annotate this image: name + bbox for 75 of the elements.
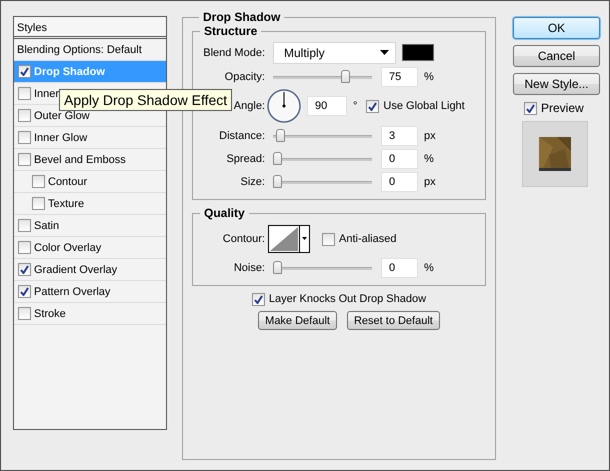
color-swatch[interactable] [402, 44, 434, 61]
list-item[interactable]: Outer Glow [34, 110, 90, 122]
input-field[interactable]: 3 [381, 126, 418, 146]
slider-thumb[interactable] [273, 260, 282, 274]
checkbox[interactable] [322, 232, 335, 246]
list-item[interactable]: Pattern Overlay [34, 286, 110, 298]
checkbox[interactable] [18, 241, 31, 254]
slider-thumb[interactable] [340, 70, 350, 82]
checkbox[interactable] [18, 285, 31, 298]
checkbox-label[interactable]: Use Global Light [383, 100, 465, 112]
input-field[interactable]: 75 [381, 66, 418, 86]
dialog-button[interactable]: Cancel [513, 45, 600, 67]
slider-thumb[interactable] [273, 152, 282, 164]
angle-dial[interactable] [267, 89, 301, 123]
slider-thumb[interactable] [276, 128, 285, 142]
checkmark-icon [20, 265, 29, 274]
field-label: Opacity: [224, 70, 266, 82]
list-item[interactable]: Contour [48, 176, 88, 188]
checkbox[interactable] [32, 197, 45, 210]
list-item[interactable]: Inner Glow [34, 132, 88, 144]
checkbox-label[interactable]: Anti-aliased [339, 233, 396, 245]
checkmark-icon [368, 102, 378, 110]
input-field[interactable]: 0 [381, 258, 418, 278]
field-label: Blend Mode: [202, 46, 266, 58]
caret-icon [380, 50, 389, 55]
list-item[interactable]: Satin [34, 220, 60, 232]
checkbox-label[interactable]: Preview [541, 101, 584, 115]
checkmark-icon [20, 67, 29, 76]
checkbox[interactable] [18, 153, 31, 166]
list-item[interactable]: Texture [48, 198, 84, 210]
input-field[interactable]: 90 [307, 96, 347, 116]
checkmark-icon [526, 104, 535, 112]
list-item[interactable]: Gradient Overlay [34, 264, 118, 276]
field-label: Size: [240, 176, 266, 188]
field-label: Contour: [222, 233, 266, 245]
tooltip: Apply Drop Shadow Effect [59, 89, 232, 111]
dialog-button[interactable]: Make Default [258, 311, 337, 330]
slider-thumb[interactable] [273, 174, 282, 188]
list-item[interactable]: Color Overlay [34, 242, 102, 254]
section-title: Drop Shadow [202, 10, 282, 24]
dialog-button[interactable]: Reset to Default [346, 311, 440, 330]
checkbox[interactable] [18, 307, 31, 320]
input-field[interactable]: 0 [381, 148, 418, 168]
checkbox[interactable] [18, 219, 31, 232]
field-label: Distance: [218, 130, 266, 142]
input-field[interactable]: 0 [381, 172, 418, 192]
dialog-button[interactable]: OK [513, 17, 600, 39]
checkbox[interactable] [18, 87, 31, 100]
unit-label: ° [353, 100, 358, 112]
list-item[interactable]: Inner [34, 88, 60, 100]
unit-label: px [424, 176, 436, 188]
checkbox[interactable] [18, 65, 31, 78]
field-label: Spread: [225, 152, 266, 164]
checkbox[interactable] [252, 292, 265, 306]
blend-mode-dropdown[interactable]: Multiply [273, 42, 396, 64]
unit-label: % [424, 152, 434, 164]
checkbox[interactable] [366, 100, 380, 112]
contour-picker[interactable] [268, 225, 310, 253]
checkbox[interactable] [524, 102, 537, 114]
unit-label: % [424, 262, 434, 274]
checkbox-label[interactable]: Layer Knocks Out Drop Shadow [268, 293, 426, 305]
field-label: Noise: [232, 262, 266, 274]
checkbox[interactable] [18, 263, 31, 276]
unit-label: % [424, 70, 434, 82]
checkbox[interactable] [32, 175, 45, 188]
unit-label: px [424, 130, 436, 142]
list-item[interactable]: Stroke [34, 308, 66, 320]
checkmark-icon [254, 294, 263, 304]
section-title: Quality [203, 206, 246, 220]
list-item[interactable]: Bevel and Emboss [34, 154, 126, 166]
dialog-button[interactable]: New Style... [513, 73, 600, 95]
checkbox[interactable] [18, 109, 31, 122]
checkbox[interactable] [18, 131, 31, 144]
section-title: Structure [203, 24, 258, 38]
checkmark-icon [20, 287, 29, 296]
